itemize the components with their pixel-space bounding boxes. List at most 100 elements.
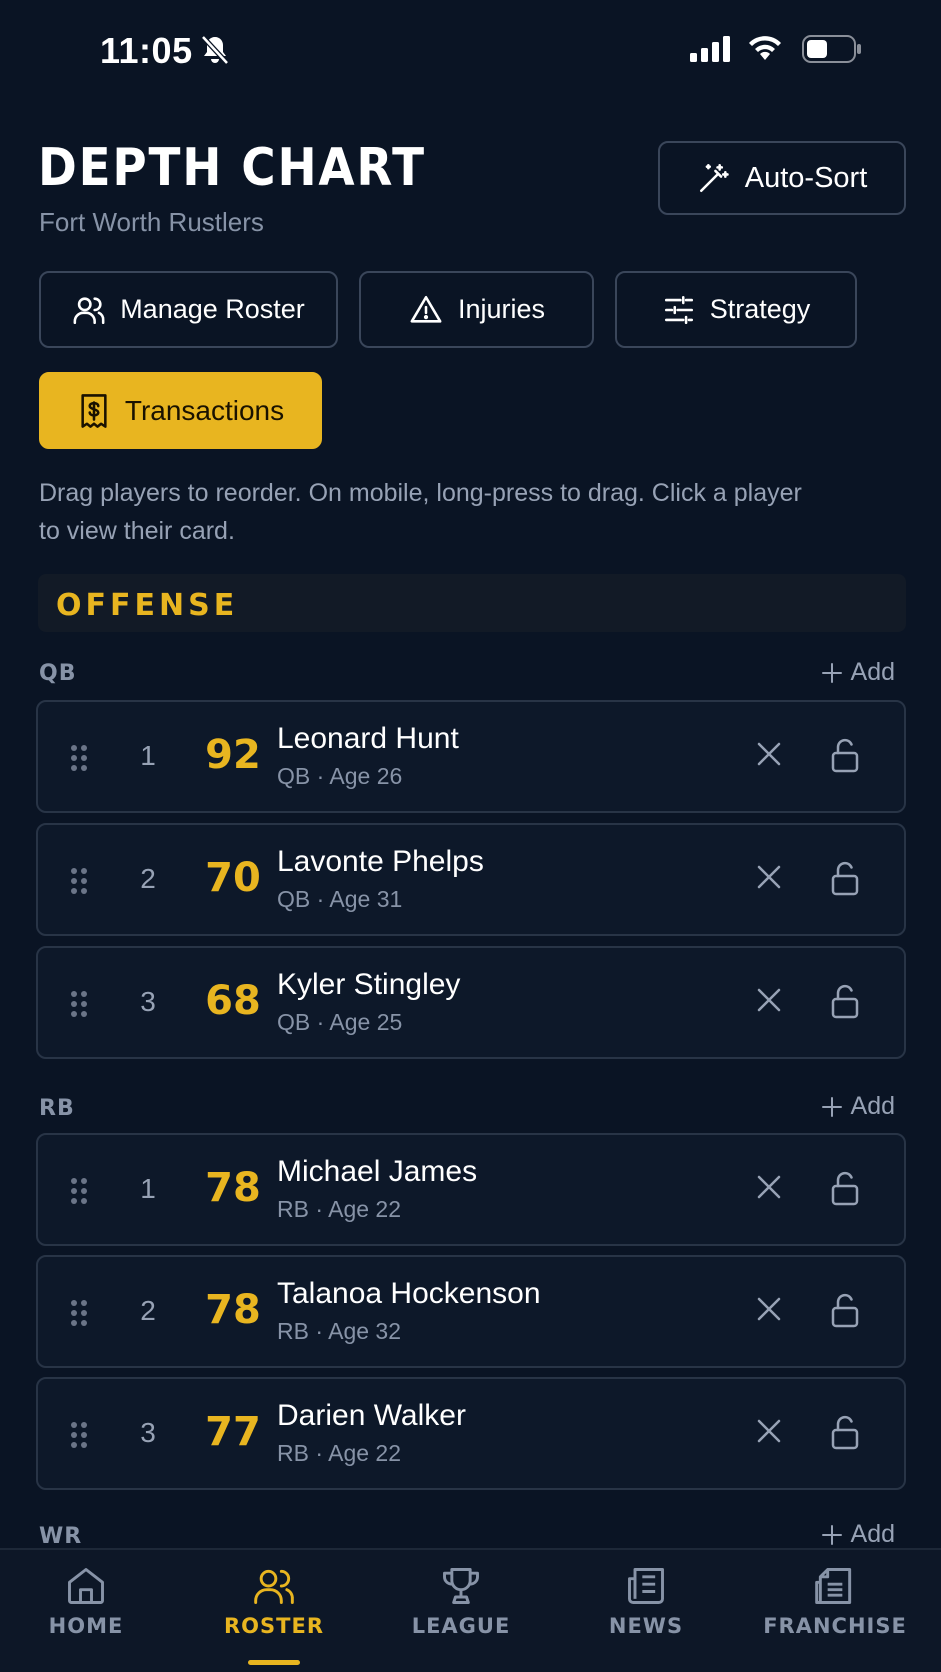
section-header-offense: OFFENSE bbox=[38, 574, 906, 632]
help-text: Drag players to reorder. On mobile, long… bbox=[39, 479, 802, 545]
overall-rating: 68 bbox=[205, 978, 261, 1024]
player-meta: QB · Age 25 bbox=[277, 1009, 403, 1035]
franchise-document-icon bbox=[815, 1568, 852, 1604]
player-row[interactable]: 1 78 Michael James RB · Age 22 bbox=[36, 1133, 906, 1246]
player-row[interactable]: 3 77 Darien Walker RB · Age 22 bbox=[36, 1377, 906, 1490]
warning-triangle-icon bbox=[410, 295, 442, 323]
close-icon[interactable] bbox=[755, 1417, 783, 1445]
close-icon[interactable] bbox=[755, 986, 783, 1014]
drag-handle-icon[interactable] bbox=[70, 867, 88, 895]
auto-sort-label: Auto-Sort bbox=[744, 161, 868, 194]
add-label: Add bbox=[850, 1520, 895, 1548]
plus-icon bbox=[821, 1096, 842, 1117]
player-name[interactable]: Leonard Hunt bbox=[277, 722, 459, 756]
player-row[interactable]: 3 68 Kyler Stingley QB · Age 25 bbox=[36, 946, 906, 1059]
overall-rating: 77 bbox=[205, 1409, 261, 1455]
nav-news-label: NEWS bbox=[608, 1614, 684, 1638]
player-name[interactable]: Lavonte Phelps bbox=[277, 845, 484, 879]
drag-handle-icon[interactable] bbox=[70, 1421, 88, 1449]
add-rb-button[interactable]: Add bbox=[821, 1092, 895, 1121]
manage-roster-label: Manage Roster bbox=[120, 294, 305, 324]
wifi-icon bbox=[749, 36, 781, 60]
nav-league[interactable]: LEAGUE bbox=[381, 1564, 541, 1638]
add-label: Add bbox=[850, 1092, 895, 1120]
player-name[interactable]: Michael James bbox=[277, 1155, 477, 1189]
nav-franchise-label: FRANCHISE bbox=[763, 1614, 907, 1638]
player-name[interactable]: Kyler Stingley bbox=[277, 968, 460, 1002]
drag-handle-icon[interactable] bbox=[70, 1177, 88, 1205]
close-icon[interactable] bbox=[755, 740, 783, 768]
depth-rank: 1 bbox=[140, 1173, 156, 1204]
overall-rating: 70 bbox=[205, 855, 261, 901]
users-icon bbox=[254, 1569, 294, 1604]
cellular-signal-icon bbox=[690, 36, 730, 62]
player-row[interactable]: 2 70 Lavonte Phelps QB · Age 31 bbox=[36, 823, 906, 936]
bell-muted-icon bbox=[201, 35, 229, 65]
injuries-button[interactable]: Injuries bbox=[359, 271, 594, 348]
drag-handle-icon[interactable] bbox=[70, 990, 88, 1018]
transactions-label: Transactions bbox=[124, 394, 285, 426]
player-name[interactable]: Darien Walker bbox=[277, 1399, 466, 1433]
player-meta: QB · Age 31 bbox=[277, 886, 403, 912]
strategy-label: Strategy bbox=[709, 294, 811, 324]
drag-handle-icon[interactable] bbox=[70, 1299, 88, 1327]
nav-league-label: LEAGUE bbox=[411, 1614, 511, 1638]
unlock-icon[interactable] bbox=[830, 736, 860, 774]
strategy-button[interactable]: Strategy bbox=[615, 271, 857, 348]
nav-roster[interactable]: ROSTER bbox=[194, 1564, 354, 1638]
battery-icon bbox=[802, 35, 861, 63]
trophy-icon bbox=[443, 1568, 479, 1604]
depth-rank: 2 bbox=[140, 1295, 156, 1326]
player-meta: RB · Age 22 bbox=[277, 1196, 402, 1222]
close-icon[interactable] bbox=[755, 863, 783, 891]
nav-news[interactable]: NEWS bbox=[566, 1564, 726, 1638]
add-wr-button[interactable]: Add bbox=[821, 1520, 895, 1549]
player-row[interactable]: 2 78 Talanoa Hockenson RB · Age 32 bbox=[36, 1255, 906, 1368]
player-meta: QB · Age 26 bbox=[277, 763, 403, 789]
add-label: Add bbox=[850, 658, 895, 686]
users-icon bbox=[73, 296, 105, 324]
player-meta: RB · Age 22 bbox=[277, 1440, 402, 1466]
close-icon[interactable] bbox=[755, 1295, 783, 1323]
home-icon bbox=[68, 1568, 104, 1604]
plus-icon bbox=[821, 662, 842, 683]
unlock-icon[interactable] bbox=[830, 982, 860, 1020]
magic-wand-icon bbox=[699, 163, 729, 193]
add-qb-button[interactable]: Add bbox=[821, 658, 895, 687]
transactions-button[interactable]: Transactions bbox=[39, 372, 322, 449]
depth-rank: 3 bbox=[140, 1417, 156, 1448]
unlock-icon[interactable] bbox=[830, 1291, 860, 1329]
close-icon[interactable] bbox=[755, 1173, 783, 1201]
nav-home-label: HOME bbox=[48, 1614, 124, 1638]
player-row[interactable]: 1 92 Leonard Hunt QB · Age 26 bbox=[36, 700, 906, 813]
status-time: 11:05 bbox=[100, 30, 193, 71]
player-meta: RB · Age 32 bbox=[277, 1318, 402, 1344]
manage-roster-button[interactable]: Manage Roster bbox=[39, 271, 338, 348]
nav-roster-label: ROSTER bbox=[224, 1614, 324, 1638]
receipt-dollar-icon bbox=[81, 393, 107, 428]
unlock-icon[interactable] bbox=[830, 1169, 860, 1207]
section-title: OFFENSE bbox=[56, 588, 239, 623]
injuries-label: Injuries bbox=[457, 294, 546, 324]
depth-rank: 2 bbox=[140, 863, 156, 894]
unlock-icon[interactable] bbox=[830, 859, 860, 897]
nav-home[interactable]: HOME bbox=[6, 1564, 166, 1638]
newspaper-icon bbox=[628, 1568, 664, 1604]
player-name[interactable]: Talanoa Hockenson bbox=[277, 1277, 541, 1311]
plus-icon bbox=[821, 1524, 842, 1545]
auto-sort-button[interactable]: Auto-Sort bbox=[658, 141, 906, 215]
position-label-wr: WR bbox=[39, 1524, 83, 1549]
depth-rank: 3 bbox=[140, 986, 156, 1017]
active-tab-indicator bbox=[248, 1660, 300, 1665]
sliders-icon bbox=[664, 295, 693, 324]
team-name: Fort Worth Rustlers bbox=[39, 207, 264, 237]
page-title: DEPTH CHART bbox=[38, 138, 426, 198]
unlock-icon[interactable] bbox=[830, 1413, 860, 1451]
bottom-nav: HOME ROSTER LEAGUE NEWS FRANCHISE bbox=[0, 1548, 941, 1672]
overall-rating: 78 bbox=[205, 1287, 261, 1333]
status-bar: 11:05 bbox=[0, 0, 941, 110]
drag-handle-icon[interactable] bbox=[70, 744, 88, 772]
position-label-rb: RB bbox=[39, 1096, 75, 1121]
nav-franchise[interactable]: FRANCHISE bbox=[755, 1564, 915, 1638]
overall-rating: 92 bbox=[205, 732, 261, 778]
